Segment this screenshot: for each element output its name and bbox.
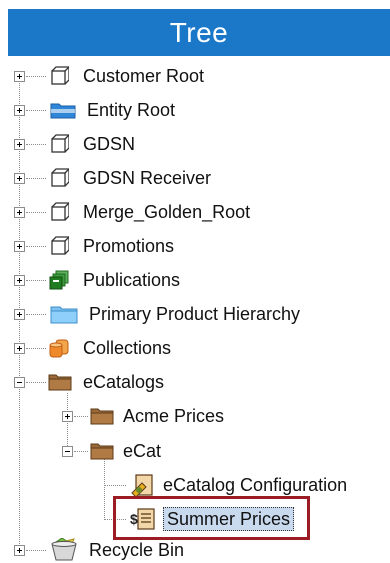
brown-folder-icon	[90, 443, 114, 460]
tree-item-ecat[interactable]: eCat	[120, 440, 164, 462]
connector	[26, 280, 46, 281]
expand-collections[interactable]	[14, 343, 25, 354]
connector	[26, 144, 46, 145]
cube-outline-icon	[51, 236, 69, 255]
tree-item-ecatalog-configuration[interactable]: eCatalog Configuration	[160, 474, 350, 496]
cube-outline-icon	[51, 202, 69, 221]
connector	[74, 416, 88, 417]
expand-gdsn[interactable]	[14, 139, 25, 150]
expand-customer-root[interactable]	[14, 71, 25, 82]
light-blue-folder-icon	[50, 306, 78, 324]
cube-outline-icon	[51, 134, 69, 153]
expand-primary-product-hierarchy[interactable]	[14, 309, 25, 320]
tree-view: Customer Root Entity Root GDSN GDSN Rece…	[0, 56, 390, 563]
tree-panel: Tree Customer Root Entity Root GDSN GDSN…	[0, 0, 390, 563]
connector	[26, 314, 46, 315]
tree-item-acme-prices[interactable]: Acme Prices	[120, 405, 227, 427]
gear-document-icon	[131, 474, 153, 497]
tree-ecat-connector	[104, 458, 105, 518]
recycle-bin-icon	[51, 538, 77, 561]
tree-item-collections[interactable]: Collections	[80, 337, 174, 359]
connector	[26, 246, 46, 247]
expand-entity-root[interactable]	[14, 105, 25, 116]
collapse-ecat[interactable]	[62, 446, 73, 457]
tree-item-merge-golden-root[interactable]: Merge_Golden_Root	[80, 201, 253, 223]
tree-item-gdsn-receiver[interactable]: GDSN Receiver	[80, 167, 214, 189]
expand-promotions[interactable]	[14, 241, 25, 252]
tree-title: Tree	[169, 16, 229, 48]
connector	[26, 212, 46, 213]
expand-publications[interactable]	[14, 275, 25, 286]
connector	[104, 485, 126, 486]
tree-header: Tree	[8, 9, 390, 56]
connector	[26, 550, 46, 551]
collapse-ecatalogs[interactable]	[14, 377, 25, 388]
connector	[26, 382, 46, 383]
cube-outline-icon	[51, 168, 69, 187]
selection-highlight-box	[113, 496, 310, 540]
connector	[26, 110, 46, 111]
tree-item-recycle-bin[interactable]: Recycle Bin	[86, 539, 187, 561]
orange-cylinders-icon	[49, 339, 69, 358]
expand-gdsn-receiver[interactable]	[14, 173, 25, 184]
brown-folder-icon	[90, 408, 114, 425]
cube-outline-icon	[51, 66, 69, 85]
green-stack-icon	[49, 270, 69, 290]
brown-folder-icon	[48, 374, 72, 391]
tree-item-customer-root[interactable]: Customer Root	[80, 65, 207, 87]
tree-ecatalogs-connector	[67, 393, 68, 452]
tree-item-primary-product-hierarchy[interactable]: Primary Product Hierarchy	[86, 303, 303, 325]
connector	[26, 76, 46, 77]
expand-merge-golden-root[interactable]	[14, 207, 25, 218]
tree-item-publications[interactable]: Publications	[80, 269, 183, 291]
connector	[26, 348, 46, 349]
tree-item-promotions[interactable]: Promotions	[80, 235, 177, 257]
connector	[74, 451, 88, 452]
blue-folder-icon	[50, 103, 76, 119]
tree-item-entity-root[interactable]: Entity Root	[84, 99, 178, 121]
tree-item-ecatalogs[interactable]: eCatalogs	[80, 371, 167, 393]
connector	[26, 178, 46, 179]
expand-acme-prices[interactable]	[62, 411, 73, 422]
expand-recycle-bin[interactable]	[14, 545, 25, 556]
tree-item-gdsn[interactable]: GDSN	[80, 133, 138, 155]
